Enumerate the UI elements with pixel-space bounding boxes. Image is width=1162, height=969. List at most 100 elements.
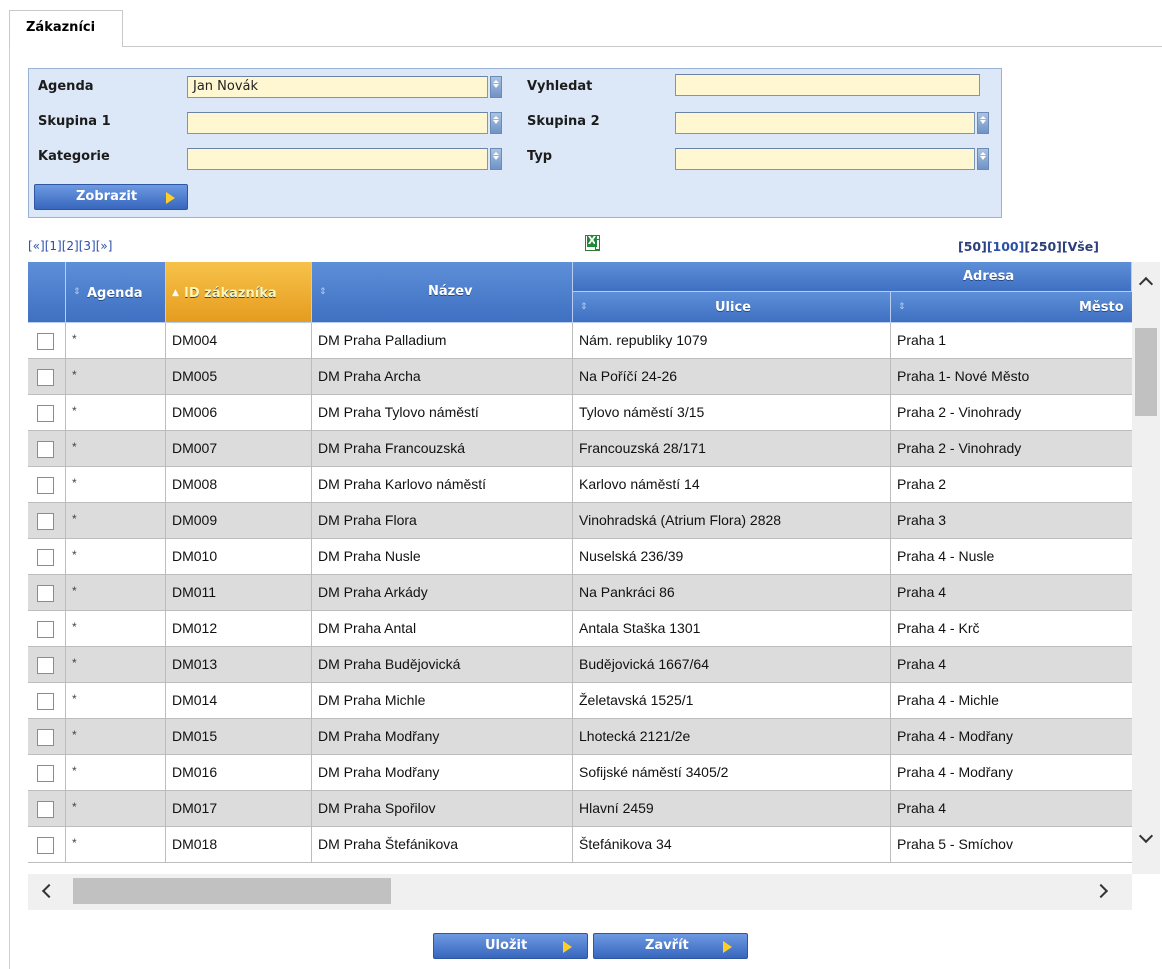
table-row[interactable]: * DM007 DM Praha Francouzská Francouzská 28… — [28, 431, 1132, 467]
horizontal-scroll-thumb[interactable] — [73, 878, 391, 904]
cell-mesto: Praha 4 - Nusle — [897, 548, 995, 564]
page-size-100[interactable]: [100] — [987, 239, 1025, 254]
vertical-scrollbar[interactable] — [1132, 262, 1160, 874]
skupina1-select[interactable] — [187, 112, 488, 134]
row-checkbox[interactable] — [37, 801, 54, 818]
cell-ulice: Na Poříčí 24-26 — [573, 359, 891, 395]
cell-id: DM004 — [166, 323, 312, 359]
cell-mesto: Praha 4 — [897, 584, 947, 600]
scroll-left-button[interactable] — [28, 874, 68, 910]
table-row[interactable]: * DM011 DM Praha Arkády Na Pankráci 86 Praha… — [28, 575, 1132, 611]
cell-nazev: DM Praha Modřany — [312, 719, 573, 755]
save-button-label: Uložit — [485, 938, 528, 953]
cell-mesto: Praha 4 - Krč — [897, 620, 980, 636]
vyhledat-label: Vyhledat — [527, 79, 593, 94]
cell-nazev: DM Praha Tylovo náměstí — [312, 395, 573, 431]
cell-agenda: * — [66, 467, 166, 503]
header-nazev-label: Název — [428, 284, 473, 299]
row-checkbox[interactable] — [37, 765, 54, 782]
cell-mesto: Praha 3 — [897, 512, 947, 528]
excel-export-icon[interactable] — [585, 235, 600, 251]
chevron-down-icon — [1138, 828, 1154, 844]
table-row[interactable]: * DM005 DM Praha Archa Na Poříčí 24-26 Praha… — [28, 359, 1132, 395]
table-row[interactable]: * DM004 DM Praha Palladium Nám. republiky 1… — [28, 323, 1132, 359]
tab-zakaznici[interactable]: Zákazníci — [9, 10, 123, 47]
table-row[interactable]: * DM009 DM Praha Flora Vinohradská (Atrium … — [28, 503, 1132, 539]
show-button[interactable]: Zobrazit — [34, 184, 188, 210]
row-checkbox[interactable] — [37, 729, 54, 746]
pager-first-link[interactable]: [«] — [28, 239, 45, 253]
cell-ulice: Lhotecká 2121/2e — [573, 719, 891, 755]
cell-nazev: DM Praha Palladium — [312, 323, 573, 359]
table-row[interactable]: * DM017 DM Praha Spořilov Hlavní 2459 Praha … — [28, 791, 1132, 827]
chevron-up-icon — [1138, 276, 1154, 292]
table-row[interactable]: * DM018 DM Praha Štefánikova Štefánikova 34… — [28, 827, 1132, 863]
table-row[interactable]: * DM008 DM Praha Karlovo náměstí Karlovo ná… — [28, 467, 1132, 503]
cell-agenda: * — [66, 395, 166, 431]
button-arrow-icon — [723, 941, 732, 953]
table-row[interactable]: * DM014 DM Praha Michle Želetavská 1525/1 Pr… — [28, 683, 1132, 719]
typ-select[interactable] — [675, 148, 975, 170]
close-button[interactable]: Zavřít — [593, 933, 748, 959]
table-row[interactable]: * DM016 DM Praha Modřany Sofijské náměstí 3… — [28, 755, 1132, 791]
table-row[interactable]: * DM015 DM Praha Modřany Lhotecká 2121/2e Pr… — [28, 719, 1132, 755]
row-checkbox[interactable] — [37, 549, 54, 566]
button-arrow-icon — [563, 941, 572, 953]
row-checkbox[interactable] — [37, 693, 54, 710]
cell-mesto: Praha 4 — [897, 800, 947, 816]
sort-asc-icon: ▲ — [172, 288, 179, 298]
pager-last-link[interactable]: [»] — [96, 239, 113, 253]
panel-border — [9, 46, 10, 969]
cell-id: DM008 — [166, 467, 312, 503]
row-checkbox[interactable] — [37, 369, 54, 386]
pager-page-2[interactable]: [2] — [62, 239, 79, 253]
header-mesto[interactable]: ⇕ Město — [891, 292, 1132, 323]
vertical-scroll-thumb[interactable] — [1135, 328, 1157, 416]
header-agenda[interactable]: ⇕ Agenda — [66, 262, 166, 323]
pager-page-1[interactable]: [1] — [45, 239, 62, 253]
row-checkbox[interactable] — [37, 405, 54, 422]
header-nazev[interactable]: ⇕ Název — [312, 262, 573, 323]
row-checkbox[interactable] — [37, 441, 54, 458]
row-checkbox[interactable] — [37, 837, 54, 854]
cell-id: DM009 — [166, 503, 312, 539]
row-checkbox[interactable] — [37, 585, 54, 602]
skupina2-dropdown-arrow-icon[interactable] — [977, 112, 989, 134]
scroll-right-button[interactable] — [1086, 874, 1126, 910]
page-size-all[interactable]: [Vše] — [1062, 239, 1099, 254]
cell-mesto: Praha 2 — [897, 476, 947, 492]
typ-dropdown-arrow-icon[interactable] — [977, 148, 989, 170]
scroll-down-button[interactable] — [1132, 826, 1160, 854]
agenda-label: Agenda — [38, 79, 94, 94]
table-row[interactable]: * DM006 DM Praha Tylovo náměstí Tylovo námě… — [28, 395, 1132, 431]
agenda-select[interactable]: Jan Novák — [187, 76, 488, 98]
cell-nazev: DM Praha Antal — [312, 611, 573, 647]
page-size-selector: [50][100][250][Vše] — [958, 239, 1099, 254]
header-ulice[interactable]: ⇕ Ulice — [573, 292, 891, 323]
horizontal-scrollbar[interactable] — [28, 874, 1132, 910]
skupina2-select[interactable] — [675, 112, 975, 134]
table-row[interactable]: * DM010 DM Praha Nusle Nuselská 236/39 Praha… — [28, 539, 1132, 575]
row-checkbox[interactable] — [37, 333, 54, 350]
pager-page-3[interactable]: [3] — [79, 239, 96, 253]
skupina1-dropdown-arrow-icon[interactable] — [490, 112, 502, 134]
cell-mesto: Praha 4 - Modřany — [897, 728, 1013, 744]
header-id-zakaznika[interactable]: ▲ ID zákazníka — [166, 262, 312, 323]
kategorie-dropdown-arrow-icon[interactable] — [490, 148, 502, 170]
search-input[interactable] — [675, 74, 980, 96]
row-select-cell — [28, 683, 66, 719]
scroll-up-button[interactable] — [1132, 272, 1160, 300]
cell-ulice: Hlavní 2459 — [573, 791, 891, 827]
page-size-250[interactable]: [250] — [1024, 239, 1062, 254]
kategorie-select[interactable] — [187, 148, 488, 170]
table-row[interactable]: * DM013 DM Praha Budějovická Budějovická 16… — [28, 647, 1132, 683]
row-checkbox[interactable] — [37, 477, 54, 494]
agenda-dropdown-arrow-icon[interactable] — [490, 76, 502, 98]
row-checkbox[interactable] — [37, 513, 54, 530]
header-adresa-label: Adresa — [963, 269, 1015, 284]
save-button[interactable]: Uložit — [433, 933, 588, 959]
row-checkbox[interactable] — [37, 657, 54, 674]
table-row[interactable]: * DM012 DM Praha Antal Antala Staška 1301 Pr… — [28, 611, 1132, 647]
row-checkbox[interactable] — [37, 621, 54, 638]
page-size-50[interactable]: [50] — [958, 239, 987, 254]
